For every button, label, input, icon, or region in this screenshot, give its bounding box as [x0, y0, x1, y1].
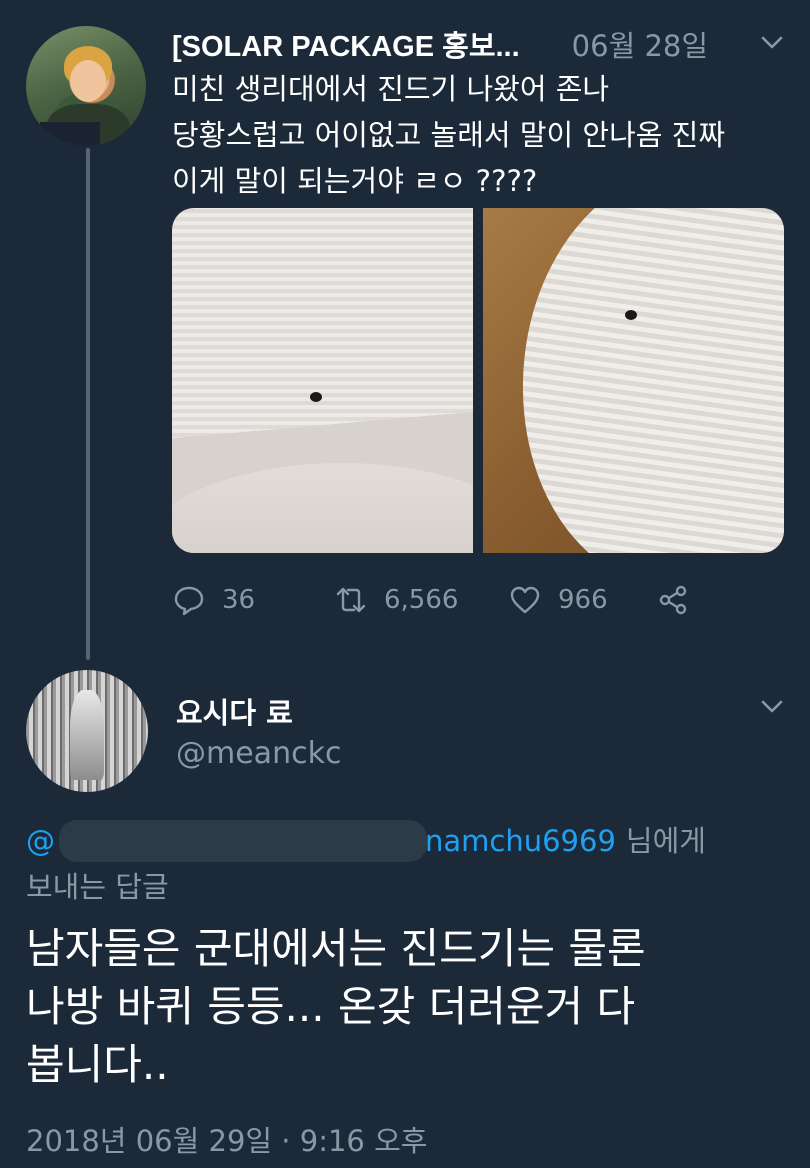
tweet-date[interactable]: 06월 28일 — [572, 23, 708, 65]
author-handle[interactable]: @meanckc — [176, 736, 341, 771]
media-photo[interactable] — [483, 208, 784, 553]
tweet-actions: 36 6,566 966 — [172, 580, 706, 620]
tweet-text: 미친 생리대에서 진드기 나왔어 존나 당황스럽고 어이없고 놀래서 말이 안나… — [172, 66, 792, 204]
tweet-text-line: 봅니다.. — [26, 1040, 169, 1089]
reply-count: 36 — [222, 585, 256, 615]
tick-insect — [625, 310, 637, 320]
media-photo[interactable] — [172, 208, 473, 553]
tweet-text-line: 이게 말이 되는거야 ㄹㅇ ???? — [172, 164, 538, 198]
chevron-down-icon[interactable] — [760, 30, 784, 54]
tweet-timestamp: 2018년 06월 29일 · 9:16 오후 — [26, 1124, 428, 1158]
tweet-text-line: 당황스럽고 어이없고 놀래서 말이 안나옴 진짜 — [172, 118, 726, 152]
tweet-media — [172, 208, 784, 553]
reply-button[interactable]: 36 — [172, 583, 334, 617]
reply-icon — [174, 586, 204, 616]
tick-insect — [310, 392, 322, 402]
mention-link[interactable]: namchu6969 — [425, 818, 616, 864]
crescent-moon-icon — [529, 32, 551, 54]
avatar-background-screen — [40, 122, 100, 146]
photo-bowl — [172, 463, 473, 553]
retweet-button[interactable]: 6,566 — [334, 583, 508, 617]
avatar-face — [70, 60, 106, 102]
avatar[interactable] — [26, 26, 146, 146]
replying-to: @ namchu6969 님에게 보내는 답글 — [26, 818, 786, 910]
author-name[interactable]: 요시다 료 — [176, 690, 293, 732]
heart-icon — [510, 586, 540, 614]
avatar-figure — [70, 690, 104, 780]
photo-pad — [495, 208, 784, 553]
redacted-username — [59, 820, 427, 862]
retweet-count: 6,566 — [384, 585, 459, 615]
tweet-text-line: 나방 바퀴 등등... 온갖 더러운거 다 — [26, 982, 636, 1031]
tweet-text-line: 미친 생리대에서 진드기 나왔어 존나 — [172, 72, 610, 106]
mention-prefix[interactable]: @ — [26, 818, 55, 864]
like-count: 966 — [558, 585, 608, 615]
like-button[interactable]: 966 — [508, 583, 656, 617]
tweet-text-line: 남자들은 군대에서는 진드기는 물론 — [26, 924, 646, 973]
thread-connector-line — [86, 148, 90, 660]
share-button[interactable] — [656, 583, 706, 617]
share-icon — [659, 585, 687, 615]
mention-suffix: 님에게 — [625, 824, 706, 858]
tweet-header: [SOLAR PACKAGE 홍보... 06월 28일 — [172, 24, 792, 64]
avatar[interactable] — [26, 670, 148, 792]
chevron-down-icon[interactable] — [760, 694, 784, 718]
tweet-text: 남자들은 군대에서는 진드기는 물론 나방 바퀴 등등... 온갖 더러운거 다… — [26, 920, 796, 1094]
replying-to-label: 보내는 답글 — [26, 870, 169, 904]
retweet-icon — [336, 587, 366, 613]
author-name[interactable]: [SOLAR PACKAGE 홍보... — [172, 23, 520, 65]
